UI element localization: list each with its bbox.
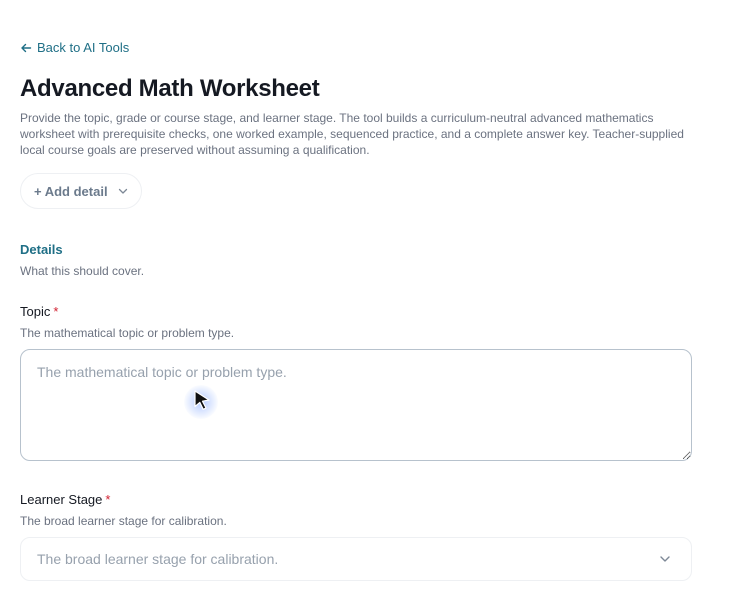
add-detail-label: + Add detail xyxy=(34,183,108,199)
page-description: Provide the topic, grade or course stage… xyxy=(20,111,684,157)
learner-stage-placeholder: The broad learner stage for calibration. xyxy=(37,551,279,567)
learner-stage-label-text: Learner Stage xyxy=(20,492,103,507)
topic-label: Topic * xyxy=(20,304,58,319)
learner-stage-help-text: The broad learner stage for calibration. xyxy=(20,514,227,528)
topic-textarea[interactable] xyxy=(20,349,692,461)
topic-label-text: Topic xyxy=(20,304,51,319)
chevron-down-icon xyxy=(660,556,670,562)
details-section-title: Details xyxy=(20,242,63,257)
topic-required-mark: * xyxy=(53,304,59,319)
page: Back to AI Tools Advanced Math Worksheet… xyxy=(0,0,752,612)
details-section-subtitle: What this should cover. xyxy=(20,264,145,278)
arrow-left-icon xyxy=(21,43,32,52)
chevron-down-icon xyxy=(118,188,127,194)
add-detail-button[interactable]: + Add detail xyxy=(20,173,142,209)
learner-stage-required-mark: * xyxy=(105,492,111,507)
back-link-label: Back to AI Tools xyxy=(37,40,130,55)
back-to-ai-tools-link[interactable]: Back to AI Tools xyxy=(20,40,129,55)
topic-help-text: The mathematical topic or problem type. xyxy=(20,326,235,340)
learner-stage-select[interactable]: The broad learner stage for calibration. xyxy=(20,537,692,581)
mouse-pointer-icon xyxy=(194,390,210,410)
learner-stage-label: Learner Stage * xyxy=(20,492,110,507)
page-title: Advanced Math Worksheet xyxy=(20,75,320,102)
